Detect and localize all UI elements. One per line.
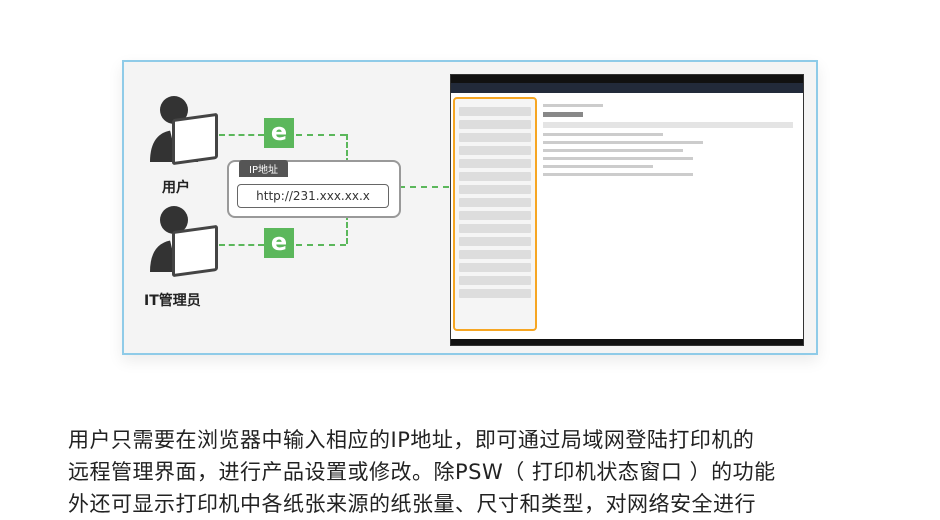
user-label: 用户 (162, 180, 190, 196)
connector-line (346, 214, 348, 244)
browser-e-icon: e (264, 228, 294, 258)
description-line: 远程管理界面，进行产品设置或修改。除PSW（ 打印机状态窗口 ）的功能 (68, 460, 776, 484)
screenshot-top-bar (451, 75, 803, 83)
connector-line (399, 186, 449, 188)
user-monitor-icon (172, 112, 218, 166)
screenshot-title-bar (451, 83, 803, 93)
admin-label: IT管理员 (144, 293, 201, 309)
remote-ui-screenshot (450, 74, 804, 346)
admin-monitor-icon (172, 224, 218, 278)
ip-address-field: http://231.xxx.xx.x (237, 184, 389, 208)
connector-line (219, 134, 264, 136)
screenshot-settings-menu (453, 97, 537, 331)
connector-line (219, 244, 264, 246)
screenshot-footer-bar (451, 339, 803, 345)
browser-e-icon: e (264, 118, 294, 148)
description-line: 用户只需要在浏览器中输入相应的IP地址，即可通过局域网登陆打印机的 (68, 428, 755, 452)
remote-ui-illustration: 用户 IT管理员 e e IP地址 http://231.xxx.xx.x (122, 60, 818, 355)
ip-address-callout: IP地址 http://231.xxx.xx.x (227, 160, 401, 218)
description-line: 外还可显示打印机中各纸张来源的纸张量、尺寸和类型，对网络安全进行 (68, 492, 756, 516)
description-paragraph: 用户只需要在浏览器中输入相应的IP地址，即可通过局域网登陆打印机的 远程管理界面… (68, 424, 868, 520)
connector-line (296, 244, 346, 246)
connector-line (296, 134, 346, 136)
screenshot-content-area (543, 99, 793, 181)
ip-address-tag: IP地址 (239, 160, 288, 177)
